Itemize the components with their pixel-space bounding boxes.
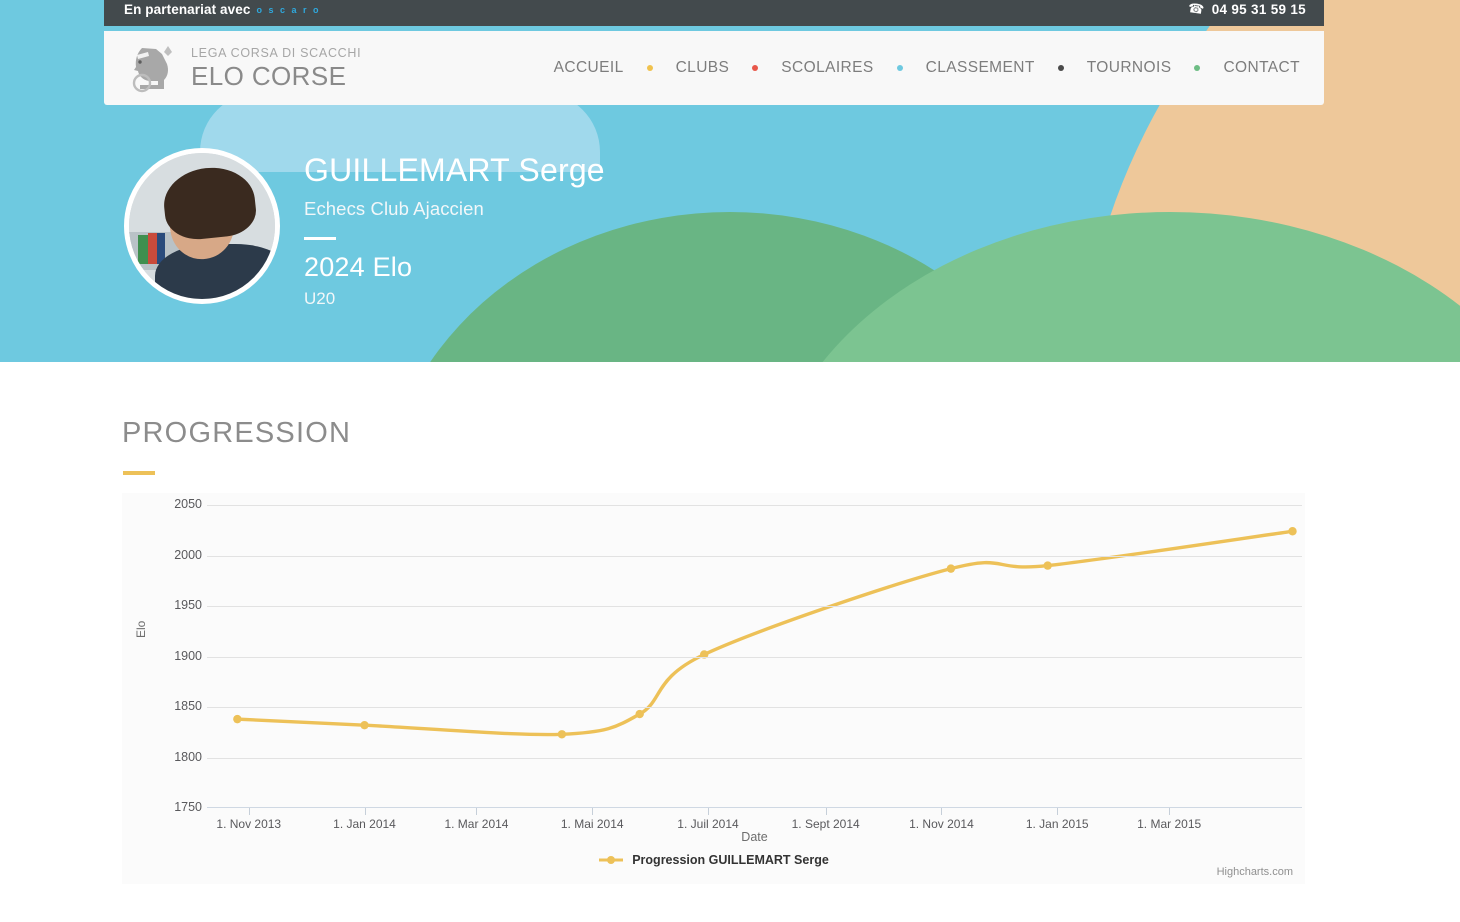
chart-credit[interactable]: Highcharts.com — [1217, 866, 1293, 878]
chart-x-tick-label: 1. Jan 2015 — [1026, 817, 1089, 831]
nav-item-contact[interactable]: CONTACT — [1219, 59, 1304, 77]
chart-legend[interactable]: Progression GUILLEMART Serge — [122, 853, 1305, 867]
profile-info: GUILLEMART Serge Echecs Club Ajaccien 20… — [304, 148, 605, 309]
chart-x-tick-label: 1. Juil 2014 — [677, 817, 738, 831]
partner-label: En partenariat avec — [124, 2, 250, 17]
brand-tagline: LEGA CORSA DI SCACCHI — [191, 47, 361, 60]
chart-data-point[interactable] — [1288, 527, 1296, 535]
oscaro-logo-icon: o s c a r o — [256, 5, 320, 15]
chart-data-point[interactable] — [558, 730, 566, 738]
chart-y-tick-label: 2000 — [142, 548, 202, 562]
chart-gridline — [207, 556, 1302, 557]
chart-x-tickmark — [708, 808, 709, 815]
chart-gridline — [207, 505, 1302, 506]
phone-icon: ☎ — [1186, 0, 1204, 18]
nav-separator-dot-1 — [647, 65, 653, 71]
legend-label: Progression GUILLEMART Serge — [632, 853, 829, 867]
chart-x-tickmark — [476, 808, 477, 815]
chart-y-tick-label: 1800 — [142, 750, 202, 764]
chart-data-point[interactable] — [233, 715, 241, 723]
chart-x-tickmark — [249, 808, 250, 815]
main-navigation-bar: LEGA CORSA DI SCACCHI ELO CORSE ACCUEIL … — [104, 31, 1324, 105]
nav-links: ACCUEIL CLUBS SCOLAIRES CLASSEMENT TOURN… — [550, 59, 1304, 77]
chart-x-tick-label: 1. Sept 2014 — [792, 817, 860, 831]
partner-group: En partenariat avec o s c a r o — [124, 2, 321, 17]
chart-x-tickmark — [1057, 808, 1058, 815]
chart-y-axis-ticks: 2050 2000 1950 1900 1850 1800 1750 — [142, 493, 202, 884]
nav-item-accueil[interactable]: ACCUEIL — [550, 59, 628, 77]
nav-item-clubs[interactable]: CLUBS — [672, 59, 734, 77]
chart-x-tick-label: 1. Mai 2014 — [561, 817, 624, 831]
page-title: PROGRESSION — [122, 417, 351, 450]
chart-x-axis-line — [207, 807, 1302, 808]
nav-separator-dot-4 — [1058, 65, 1064, 71]
top-utility-bar: En partenariat avec o s c a r o ☎ 04 95 … — [104, 0, 1324, 26]
chess-knight-logo-icon — [128, 42, 180, 94]
profile-divider — [304, 237, 336, 240]
chart-gridline — [207, 606, 1302, 607]
legend-line-icon — [598, 854, 624, 866]
chart-x-tick-label: 1. Nov 2014 — [909, 817, 974, 831]
phone-group[interactable]: ☎ 04 95 31 59 15 — [1188, 1, 1307, 17]
chart-y-tick-label: 1950 — [142, 598, 202, 612]
phone-number: 04 95 31 59 15 — [1212, 2, 1306, 17]
chart-x-tick-label: 1. Nov 2013 — [216, 817, 281, 831]
chart-data-point[interactable] — [947, 564, 955, 572]
progression-chart[interactable]: Elo 2050200019501900185018001750 1. Nov … — [122, 493, 1305, 884]
chart-x-tickmark — [941, 808, 942, 815]
nav-separator-dot-2 — [752, 65, 758, 71]
chart-x-tick-label: 1. Mar 2015 — [1137, 817, 1201, 831]
chart-x-axis-title: Date — [207, 830, 1302, 844]
brand-name: ELO CORSE — [191, 63, 361, 89]
nav-item-classement[interactable]: CLASSEMENT — [922, 59, 1039, 77]
chart-data-point[interactable] — [360, 721, 368, 729]
section-accent-rule — [123, 471, 155, 475]
avatar — [124, 148, 280, 304]
chart-gridline — [207, 707, 1302, 708]
chart-x-tickmark — [592, 808, 593, 815]
chart-y-tick-label: 1850 — [142, 699, 202, 713]
chart-y-tick-label: 1900 — [142, 649, 202, 663]
nav-item-tournois[interactable]: TOURNOIS — [1083, 59, 1176, 77]
chart-x-tick-label: 1. Jan 2014 — [333, 817, 396, 831]
chart-data-point[interactable] — [1044, 561, 1052, 569]
site-logo[interactable]: LEGA CORSA DI SCACCHI ELO CORSE — [128, 42, 361, 94]
chart-data-point[interactable] — [635, 710, 643, 718]
chart-y-tick-label: 1750 — [142, 800, 202, 814]
player-profile-header: GUILLEMART Serge Echecs Club Ajaccien 20… — [124, 148, 605, 309]
player-name: GUILLEMART Serge — [304, 152, 605, 189]
player-club: Echecs Club Ajaccien — [304, 198, 605, 220]
chart-gridline — [207, 758, 1302, 759]
chart-y-tick-label: 2050 — [142, 497, 202, 511]
nav-separator-dot-5 — [1194, 65, 1200, 71]
nav-separator-dot-3 — [897, 65, 903, 71]
nav-item-scolaires[interactable]: SCOLAIRES — [777, 59, 877, 77]
chart-x-tick-label: 1. Mar 2014 — [444, 817, 508, 831]
chart-x-tickmark — [365, 808, 366, 815]
player-category: U20 — [304, 289, 605, 309]
chart-gridline — [207, 657, 1302, 658]
chart-plot-area: 1. Nov 20131. Jan 20141. Mar 20141. Mai … — [207, 505, 1302, 808]
player-elo: 2024 Elo — [304, 252, 605, 283]
chart-x-tickmark — [826, 808, 827, 815]
chart-x-tickmark — [1169, 808, 1170, 815]
